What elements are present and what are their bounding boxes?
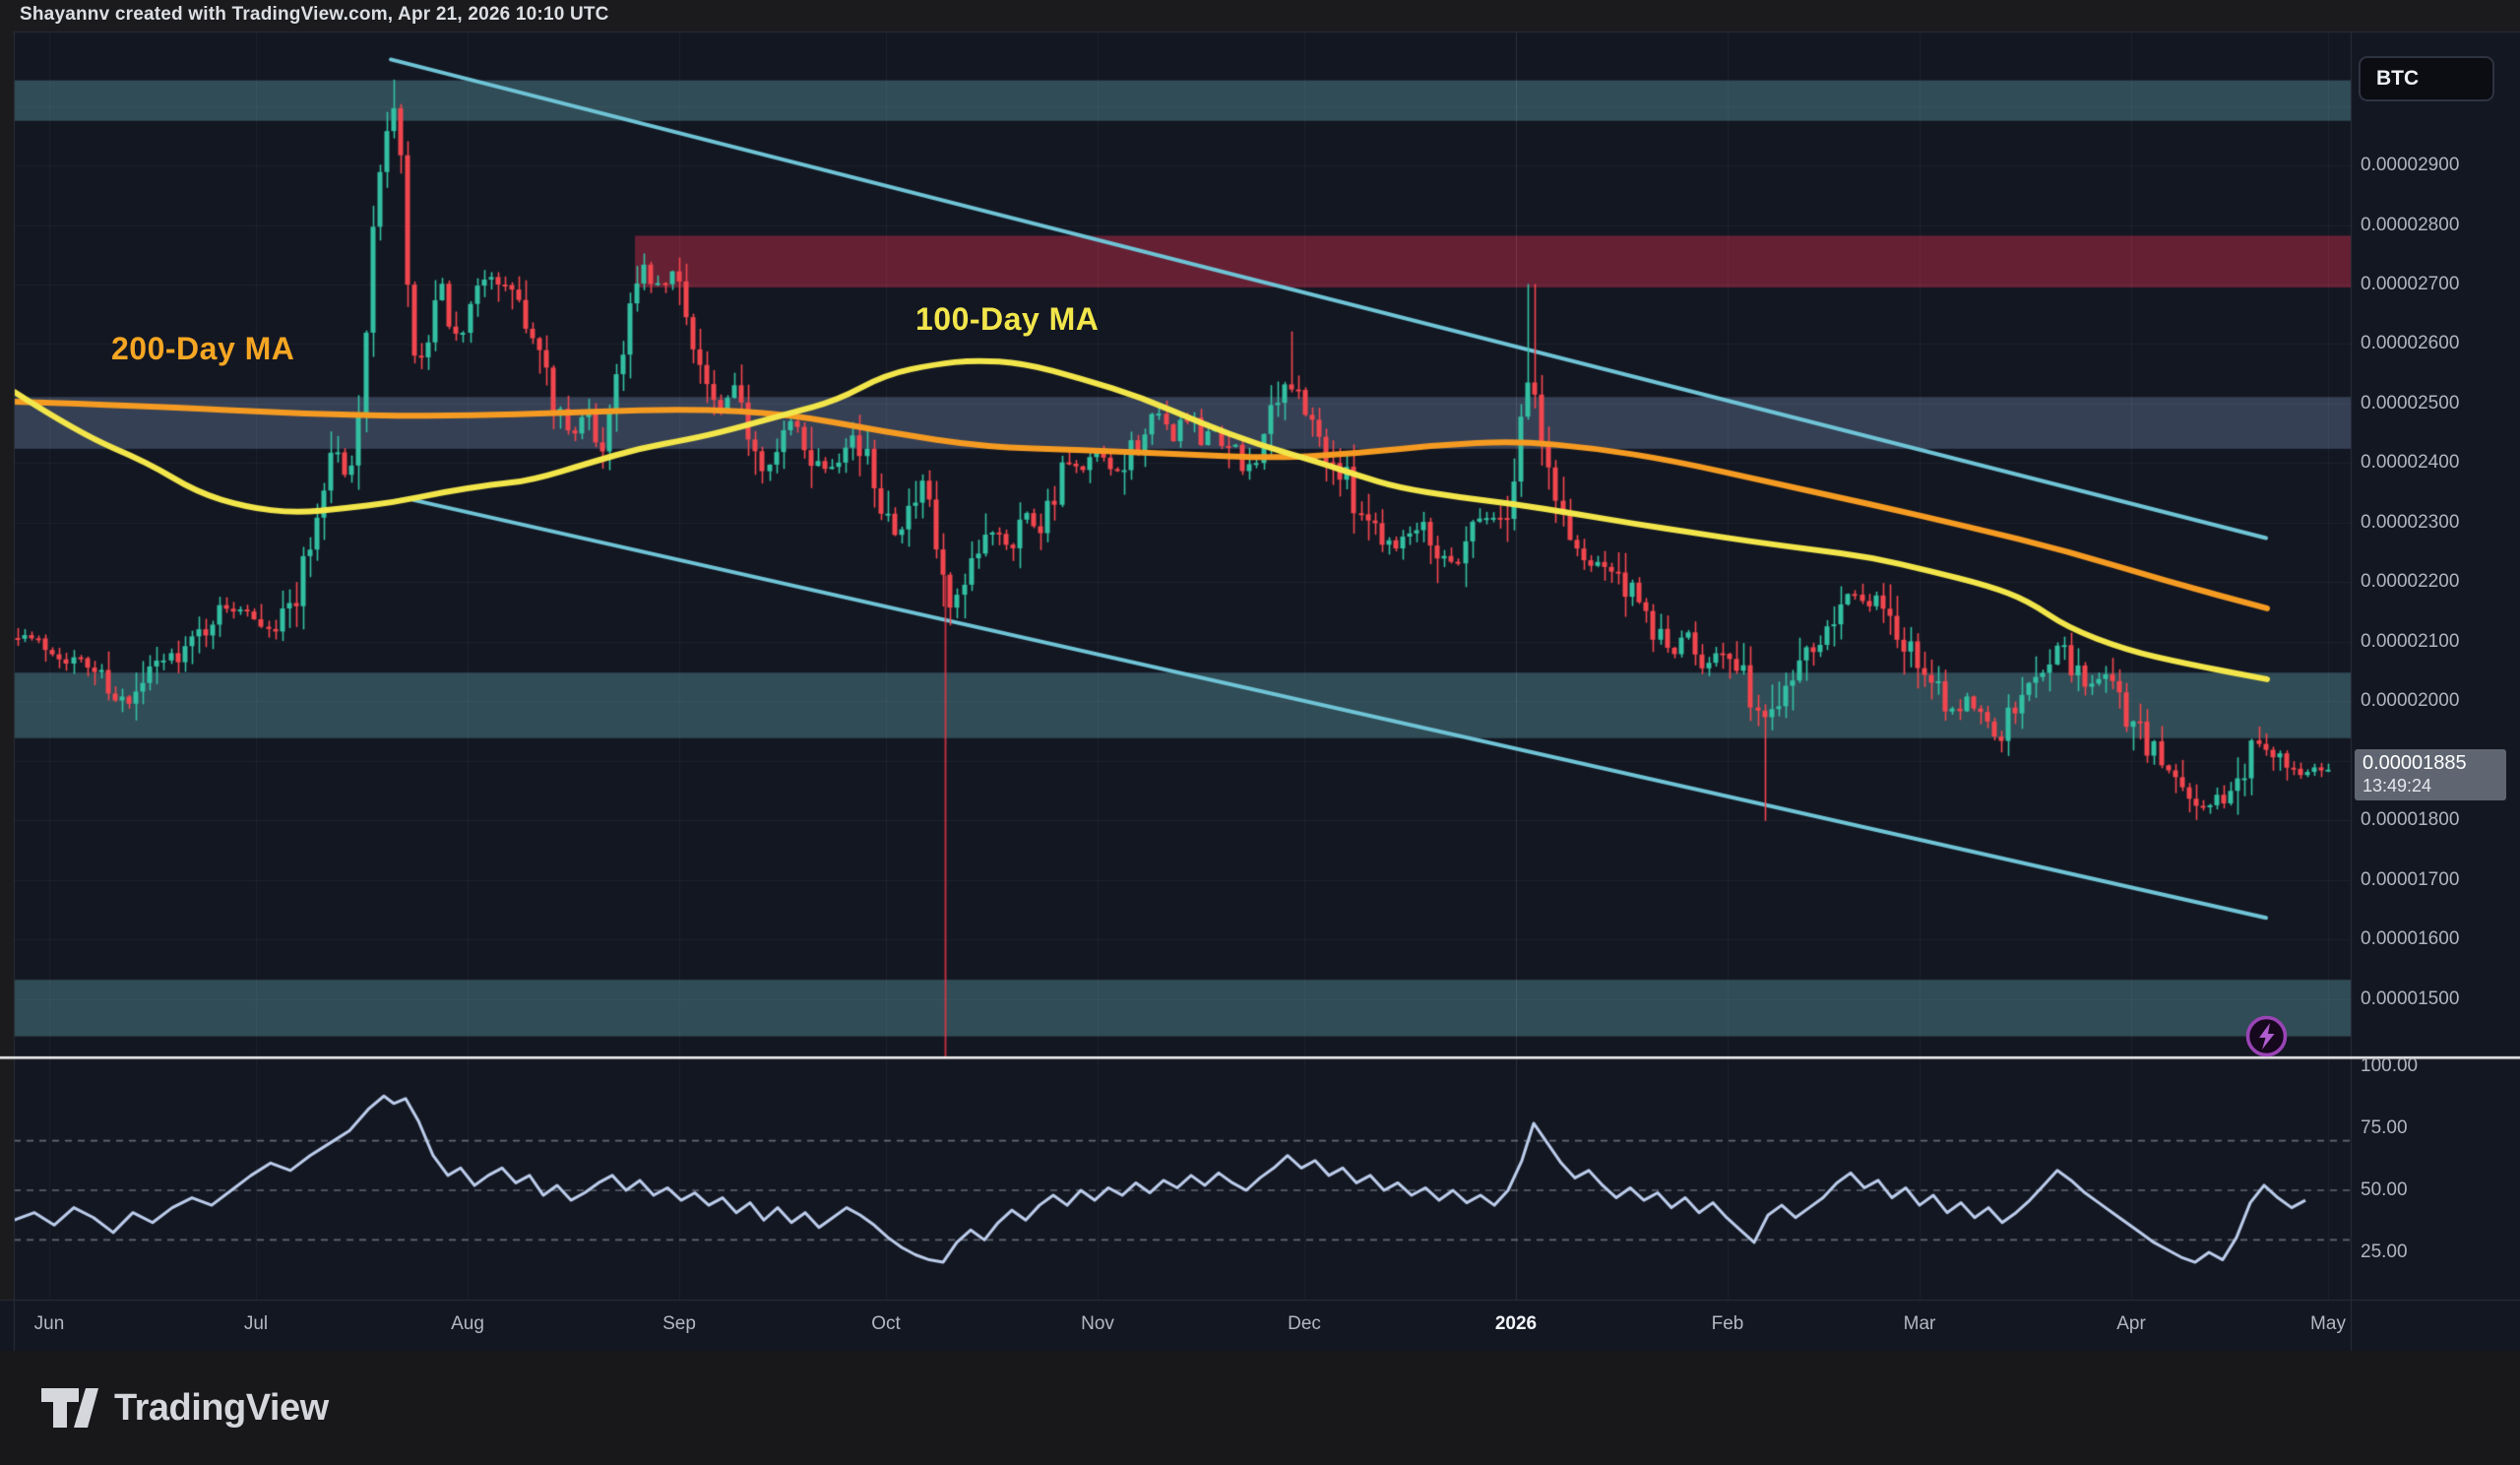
price-axis-label: 0.00002700: [2361, 274, 2459, 295]
footer-bar: [0, 1351, 2520, 1465]
price-axis-label: 0.00002000: [2361, 690, 2459, 712]
time-axis[interactable]: Jun Jul Aug Sep Oct Nov Dec 2026 Feb Mar Apr May: [0, 1313, 2349, 1343]
time-axis-label: 2026: [1495, 1313, 1537, 1335]
time-axis-label: Nov: [1081, 1313, 1114, 1335]
price-axis-label: 0.00001800: [2361, 809, 2459, 831]
current-price-value: 0.00001885: [2362, 752, 2506, 775]
price-axis-label: 0.00002600: [2361, 333, 2459, 354]
time-axis-label: Mar: [1904, 1313, 1936, 1335]
tradingview-logo[interactable]: TradingView: [39, 1384, 329, 1432]
tradingview-chart-screenshot: Shayannv created with TradingView.com, A…: [0, 0, 2520, 1465]
ma100-label: 100-Day MA: [915, 301, 1099, 338]
rsi-axis-label: 75.00: [2361, 1117, 2408, 1139]
countdown-timer: 13:49:24: [2362, 775, 2506, 796]
price-axis-label: 0.00002200: [2361, 571, 2459, 593]
time-axis-label: Jul: [244, 1313, 268, 1335]
time-axis-label: May: [2310, 1313, 2346, 1335]
time-axis-label: Feb: [1712, 1313, 1744, 1335]
lightning-bolt-icon[interactable]: [2244, 1014, 2289, 1058]
current-price-badge: 0.00001885 13:49:24: [2355, 749, 2506, 800]
rsi-axis-label: 100.00: [2361, 1055, 2418, 1077]
tradingview-wordmark: TradingView: [114, 1387, 329, 1430]
attribution-text: Shayannv created with TradingView.com, A…: [20, 4, 609, 26]
ma200-label: 200-Day MA: [111, 331, 294, 367]
rsi-axis-label: 50.00: [2361, 1179, 2408, 1201]
time-axis-label: Apr: [2116, 1313, 2146, 1335]
time-axis-label: Jun: [34, 1313, 65, 1335]
price-axis-label: 0.00002900: [2361, 155, 2459, 176]
tradingview-logo-icon: [39, 1384, 100, 1432]
price-axis-label: 0.00002500: [2361, 393, 2459, 414]
time-axis-label: Dec: [1288, 1313, 1321, 1335]
price-axis-label: 0.00001700: [2361, 869, 2459, 891]
time-axis-label: Sep: [662, 1313, 696, 1335]
price-axis-label: 0.00002800: [2361, 215, 2459, 236]
symbol-badge[interactable]: BTC: [2359, 56, 2494, 101]
price-axis-label: 0.00002300: [2361, 512, 2459, 534]
rsi-axis-label: 25.00: [2361, 1242, 2408, 1263]
price-axis-label: 0.00002100: [2361, 631, 2459, 653]
time-axis-label: Aug: [451, 1313, 484, 1335]
symbol-badge-label: BTC: [2376, 67, 2419, 91]
price-axis-label: 0.00001500: [2361, 988, 2459, 1010]
time-axis-label: Oct: [871, 1313, 901, 1335]
chart-canvas[interactable]: [0, 0, 2520, 1465]
price-axis-label: 0.00002400: [2361, 452, 2459, 474]
price-axis-label: 0.00001600: [2361, 928, 2459, 950]
